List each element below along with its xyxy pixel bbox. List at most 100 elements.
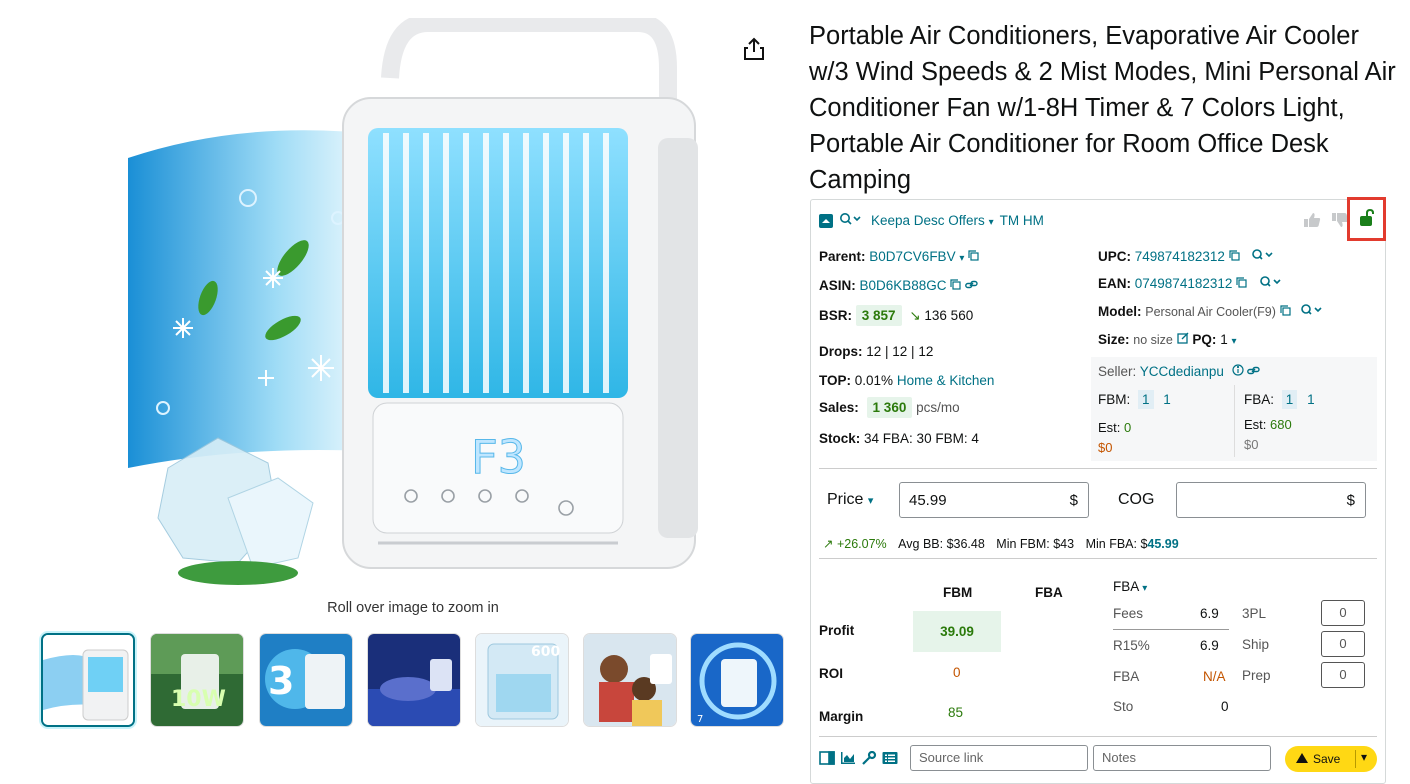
thumbnail-3[interactable]: 3 [259, 633, 353, 727]
link-icon[interactable] [1247, 364, 1261, 379]
thumbnail-1[interactable] [41, 633, 135, 727]
tm-hm-link[interactable]: TM HM [1000, 213, 1044, 228]
margin-fbm-value: 85 [948, 705, 964, 720]
copy-icon[interactable] [968, 249, 979, 264]
keepa-panel: Keepa Desc Offers ▾ TM HM Parent: B0D7CV… [810, 197, 1386, 784]
copy-icon[interactable] [1236, 276, 1247, 291]
thumbnail-2[interactable]: 10W [150, 633, 244, 727]
col-fbm: FBM [943, 585, 973, 600]
keepa-desc-offers-menu[interactable]: Keepa Desc Offers ▾ [871, 213, 994, 228]
keepa-header: Keepa Desc Offers ▾ TM HM [819, 212, 1044, 229]
roi-label: ROI [819, 666, 844, 681]
sto-value: 0 [1221, 699, 1229, 714]
display-text: F3 [470, 430, 525, 484]
search-dropdown-icon[interactable] [1251, 249, 1273, 264]
category-link[interactable]: Home & Kitchen [897, 373, 995, 388]
thumbnail-7[interactable]: 7 [690, 633, 784, 727]
stock-row: Stock: 34 FBA: 30 FBM: 4 [819, 431, 979, 446]
fba-est-money: $0 [1244, 437, 1259, 452]
chart-icon[interactable] [840, 751, 856, 768]
chevron-down-icon[interactable]: ▾ [1361, 750, 1367, 764]
price-input[interactable]: 45.99 $ [899, 482, 1089, 518]
trend-up-icon: ↗ [823, 537, 834, 551]
info-icon[interactable] [1232, 364, 1244, 379]
unlock-icon [1358, 208, 1376, 230]
chevron-down-icon[interactable]: ▾ [1231, 336, 1236, 347]
copy-icon[interactable] [950, 278, 961, 293]
col-fba: FBA [1035, 585, 1063, 600]
prep-label: Prep [1242, 668, 1271, 683]
seller-link[interactable]: YCCdedianpu [1140, 364, 1224, 379]
ship-input[interactable]: 0 [1321, 631, 1365, 657]
parent-row: Parent: B0D7CV6FBV ▾ [819, 249, 979, 264]
model-row: Model: Personal Air Cooler(F9) [1098, 304, 1322, 319]
ean-row: EAN: 0749874182312 [1098, 276, 1281, 291]
fba-seller-count: FBA: 1 1 [1244, 390, 1315, 409]
upc-row: UPC: 749874182312 [1098, 249, 1273, 264]
r15-label: R15% [1113, 638, 1150, 653]
profit-fbm-value: 39.09 [913, 611, 1001, 652]
edit-icon[interactable] [1177, 332, 1189, 347]
fba-fee-value: N/A [1203, 669, 1226, 684]
cog-input[interactable]: $ [1176, 482, 1366, 518]
cog-label: COG [1118, 491, 1155, 508]
asin-row: ASIN: B0D6KB88GC [819, 278, 978, 293]
notes-input[interactable]: Notes [1093, 745, 1271, 771]
thumbnail-5[interactable]: 600 [475, 633, 569, 727]
list-icon[interactable] [882, 751, 898, 768]
threepl-input[interactable]: 0 [1321, 600, 1365, 626]
fees-label: Fees [1113, 606, 1144, 621]
svg-text:7: 7 [697, 714, 703, 725]
lock-button[interactable] [1347, 197, 1386, 241]
fbm-seller-count: FBM: 1 1 [1098, 390, 1171, 409]
asin-link[interactable]: B0D6KB88GC [860, 278, 947, 293]
share-icon[interactable] [742, 36, 766, 62]
top-row: TOP: 0.01% Home & Kitchen [819, 373, 995, 388]
copy-icon[interactable] [1280, 304, 1291, 319]
fba-dropdown[interactable]: FBA ▾ [1113, 579, 1147, 594]
chevron-down-icon: ▾ [988, 217, 994, 228]
fbm-est-money: $0 [1098, 440, 1113, 455]
r15-value: 6.9 [1200, 638, 1219, 653]
collapse-icon[interactable] [819, 213, 833, 228]
prep-input[interactable]: 0 [1321, 662, 1365, 688]
link-icon[interactable] [965, 278, 978, 293]
search-dropdown-icon[interactable] [839, 212, 861, 229]
svg-text:3: 3 [268, 659, 294, 703]
fees-value: 6.9 [1200, 606, 1219, 621]
profit-label: Profit [819, 623, 855, 638]
product-title: Portable Air Conditioners, Evaporative A… [809, 22, 1396, 194]
bsr-trend-value: 136 560 [924, 308, 974, 323]
price-dropdown[interactable]: Price ▾ [827, 491, 873, 509]
ean-link[interactable]: 0749874182312 [1135, 276, 1233, 291]
sales-row: Sales: 1 360 pcs/mo [819, 397, 960, 418]
svg-text:600: 600 [531, 644, 560, 660]
source-link-input[interactable]: Source link [910, 745, 1088, 771]
upc-link[interactable]: 749874182312 [1135, 249, 1225, 264]
copy-icon[interactable] [1229, 249, 1240, 264]
sidebar-icon[interactable] [819, 751, 835, 768]
drops-row: Drops: 12 | 12 | 12 [819, 344, 934, 359]
fba-fee-label: FBA [1113, 669, 1140, 684]
thumbnail-4[interactable] [367, 633, 461, 727]
save-button[interactable]: Save ▾ [1285, 746, 1377, 772]
sto-label: Sto [1113, 699, 1134, 714]
thumbnail-6[interactable] [583, 633, 677, 727]
chevron-down-icon[interactable]: ▾ [959, 253, 964, 264]
thumbs-up-icon[interactable] [1303, 212, 1321, 231]
search-dropdown-icon[interactable] [1300, 304, 1322, 319]
roi-fbm-value: 0 [953, 665, 961, 680]
trend-down-icon: ↘ [909, 308, 921, 323]
threepl-label: 3PL [1242, 606, 1267, 621]
margin-label: Margin [819, 709, 864, 724]
svg-text:10W: 10W [171, 687, 226, 712]
price-stats: ↗ +26.07% Avg BB: $36.48 Min FBM: $43 Mi… [823, 537, 1179, 551]
sales-value: 1 360 [866, 397, 913, 418]
zoom-hint: Roll over image to zoom in [327, 600, 499, 616]
parent-asin-link[interactable]: B0D7CV6FBV [869, 249, 955, 264]
search-dropdown-icon[interactable] [1259, 276, 1281, 291]
ship-label: Ship [1242, 637, 1270, 652]
wrench-icon[interactable] [861, 750, 877, 768]
main-product-image[interactable]: F3 [128, 18, 698, 588]
bsr-row: BSR: 3 857 ↘ 136 560 [819, 305, 974, 326]
